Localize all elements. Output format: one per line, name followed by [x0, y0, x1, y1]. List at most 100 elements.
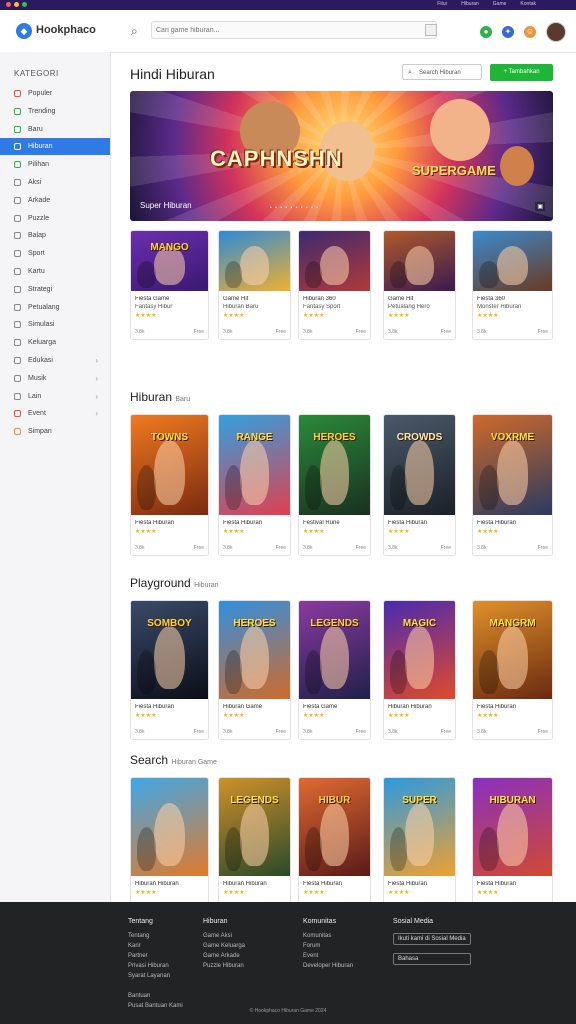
game-name[interactable]: Game Hit [223, 296, 286, 302]
footer-link[interactable]: Privasi Hiburan [128, 963, 183, 969]
footer-link[interactable]: Game Keluarga [203, 943, 245, 949]
game-thumbnail[interactable] [473, 231, 552, 291]
sidebar-item[interactable]: Pilihan [0, 156, 110, 173]
search-submit-button[interactable] [425, 24, 437, 36]
game-card[interactable]: LEGENDS Fiesta Game ★★★★ 3.8k Free [298, 600, 371, 740]
game-card[interactable]: CROWDS Fiesta Hiburan ★★★★ 3.8k Free [383, 414, 456, 556]
game-thumbnail[interactable] [219, 231, 290, 291]
game-card[interactable]: SOMBOY Fiesta Hiburan ★★★★ 3.8k Free [130, 600, 209, 740]
game-name[interactable]: Fiesta Hiburan [303, 881, 366, 887]
game-thumbnail[interactable] [131, 778, 208, 876]
game-card[interactable]: Game Hit Petualang Hero ★★★★ 3.8k Free [383, 230, 456, 340]
sidebar-item[interactable]: Hiburan [0, 138, 110, 156]
game-name[interactable]: Hiburan Game [223, 704, 286, 710]
game-thumbnail[interactable]: VOXRME [473, 415, 552, 515]
strip-link[interactable]: Fitur [437, 1, 447, 7]
game-card[interactable]: SUPERFiesta Hiburan★★★★3.8kFree [383, 777, 456, 917]
game-thumbnail[interactable] [384, 231, 455, 291]
game-name[interactable]: Game Hit [388, 296, 451, 302]
game-thumbnail[interactable]: TOWNS [131, 415, 208, 515]
game-name[interactable]: Hiburan Hiburan [223, 881, 286, 887]
strip-link[interactable]: Game [493, 1, 507, 7]
sidebar-item[interactable]: Keluarga [0, 334, 110, 351]
game-thumbnail[interactable]: HEROES [299, 415, 370, 515]
game-name[interactable]: Festival Rune [303, 520, 366, 526]
avatar[interactable] [546, 22, 566, 42]
game-card[interactable]: MANGRM Fiesta Hiburan ★★★★ 3.8k Free [472, 600, 553, 740]
game-thumbnail[interactable]: HIBURAN [473, 778, 552, 876]
sidebar-item[interactable]: Simulasi [0, 316, 110, 333]
game-thumbnail[interactable]: SOMBOY [131, 601, 208, 699]
game-thumbnail[interactable]: HEROES [219, 601, 290, 699]
game-name[interactable]: Fiesta Hiburan [223, 520, 286, 526]
footer-social-button[interactable]: Bahasa [393, 953, 471, 965]
game-card[interactable]: RANGE Fiesta Hiburan ★★★★ 3.8k Free [218, 414, 291, 556]
game-card[interactable]: HEROES Hiburan Game ★★★★ 3.8k Free [218, 600, 291, 740]
game-name[interactable]: Fiesta Hiburan [135, 520, 204, 526]
game-thumbnail[interactable]: HIBUR [299, 778, 370, 876]
game-name[interactable]: Hiburan Hiburan [388, 704, 451, 710]
sidebar-item[interactable]: Lain › [0, 388, 110, 405]
game-name[interactable]: Fiesta Hiburan [388, 881, 451, 887]
hero-banner[interactable]: CAPHNSHN SUPERGAME Super Hiburan • • • •… [130, 91, 553, 221]
game-card[interactable]: Hiburan Hiburan★★★★3.8kFree [130, 777, 209, 917]
game-name[interactable]: Fiesta Game [303, 704, 366, 710]
sidebar-item[interactable]: Strategi [0, 281, 110, 298]
sidebar-item[interactable]: Puzzle [0, 210, 110, 227]
game-name[interactable]: Hiburan 360 [303, 296, 366, 302]
footer-link[interactable]: Puzzle Hiburan [203, 963, 245, 969]
game-card[interactable]: HIBURANFiesta Hiburan★★★★3.8kFree [472, 777, 553, 917]
game-thumbnail[interactable]: SUPER [384, 778, 455, 876]
sidebar-item[interactable]: Aksi [0, 174, 110, 191]
game-card[interactable]: Fiesta 360 Monster Hiburan ★★★★ 3.8k Free [472, 230, 553, 340]
game-name[interactable]: Fiesta Hiburan [477, 520, 548, 526]
game-thumbnail[interactable] [299, 231, 370, 291]
game-card[interactable]: HEROES Festival Rune ★★★★ 3.8k Free [298, 414, 371, 556]
sidebar-item[interactable]: Edukasi › [0, 352, 110, 369]
game-card[interactable]: MANGO Fiesta Game Fantasy Hibur ★★★★ 3.8k Fre… [130, 230, 209, 340]
game-card[interactable]: TOWNS Fiesta Hiburan ★★★★ 3.8k Free [130, 414, 209, 556]
brand-name[interactable]: Hookphaco [36, 24, 96, 36]
game-icon[interactable]: ● [480, 26, 492, 38]
footer-social-button[interactable]: Ikuti kami di Sosial Media [393, 933, 471, 945]
game-thumbnail[interactable]: CROWDS [384, 415, 455, 515]
user-icon[interactable]: ☺ [524, 26, 536, 38]
sidebar-item[interactable]: Baru [0, 121, 110, 138]
game-name[interactable]: Fiesta Game [135, 296, 204, 302]
game-name[interactable]: Fiesta Hiburan [477, 704, 548, 710]
sidebar-item[interactable]: Event › [0, 405, 110, 422]
sidebar-item[interactable]: Balap [0, 227, 110, 244]
sidebar-item[interactable]: Petualang [0, 299, 110, 316]
footer-link[interactable]: Game Aksi [203, 933, 245, 939]
sidebar-item[interactable]: Populer [0, 85, 110, 102]
game-card[interactable]: HIBURFiesta Hiburan★★★★3.8kFree [298, 777, 371, 917]
footer-link[interactable]: Syarat Layanan [128, 973, 183, 979]
footer-link[interactable]: Event [303, 953, 353, 959]
footer-link[interactable]: Game Arkade [203, 953, 245, 959]
game-name[interactable]: Hiburan Hiburan [135, 881, 204, 887]
footer-link[interactable]: Partner [128, 953, 183, 959]
game-thumbnail[interactable]: LEGENDS [299, 601, 370, 699]
game-thumbnail[interactable]: LEGENDS [219, 778, 290, 876]
game-name[interactable]: Fiesta Hiburan [477, 881, 548, 887]
strip-link[interactable]: Hiburan [461, 1, 479, 7]
search-icon[interactable]: ⌕ [131, 24, 138, 39]
game-thumbnail[interactable]: MANGO [131, 231, 208, 291]
game-card[interactable]: VOXRME Fiesta Hiburan ★★★★ 3.8k Free [472, 414, 553, 556]
game-thumbnail[interactable]: RANGE [219, 415, 290, 515]
footer-link[interactable]: Bantuan [128, 993, 183, 999]
footer-link[interactable]: Developer Hiburan [303, 963, 353, 969]
game-thumbnail[interactable]: MAGIC [384, 601, 455, 699]
game-name[interactable]: Fiesta Hiburan [388, 520, 451, 526]
add-button[interactable]: + Tambahkan [490, 64, 553, 81]
game-thumbnail[interactable]: MANGRM [473, 601, 552, 699]
sidebar-item[interactable]: Arkade [0, 192, 110, 209]
game-card[interactable]: MAGIC Hiburan Hiburan ★★★★ 3.8k Free [383, 600, 456, 740]
game-card[interactable]: Hiburan 360 Fantasy Sport ★★★★ 3.8k Free [298, 230, 371, 340]
footer-link[interactable]: Tentang [128, 933, 183, 939]
brand-logo-icon[interactable]: ◆ [16, 23, 32, 39]
sidebar-item[interactable]: Simpan [0, 423, 110, 440]
sidebar-item[interactable]: Musik › [0, 370, 110, 387]
game-card[interactable]: Game Hit Hiburan Baru ★★★★ 3.8k Free [218, 230, 291, 340]
sidebar-item[interactable]: Kartu [0, 263, 110, 280]
